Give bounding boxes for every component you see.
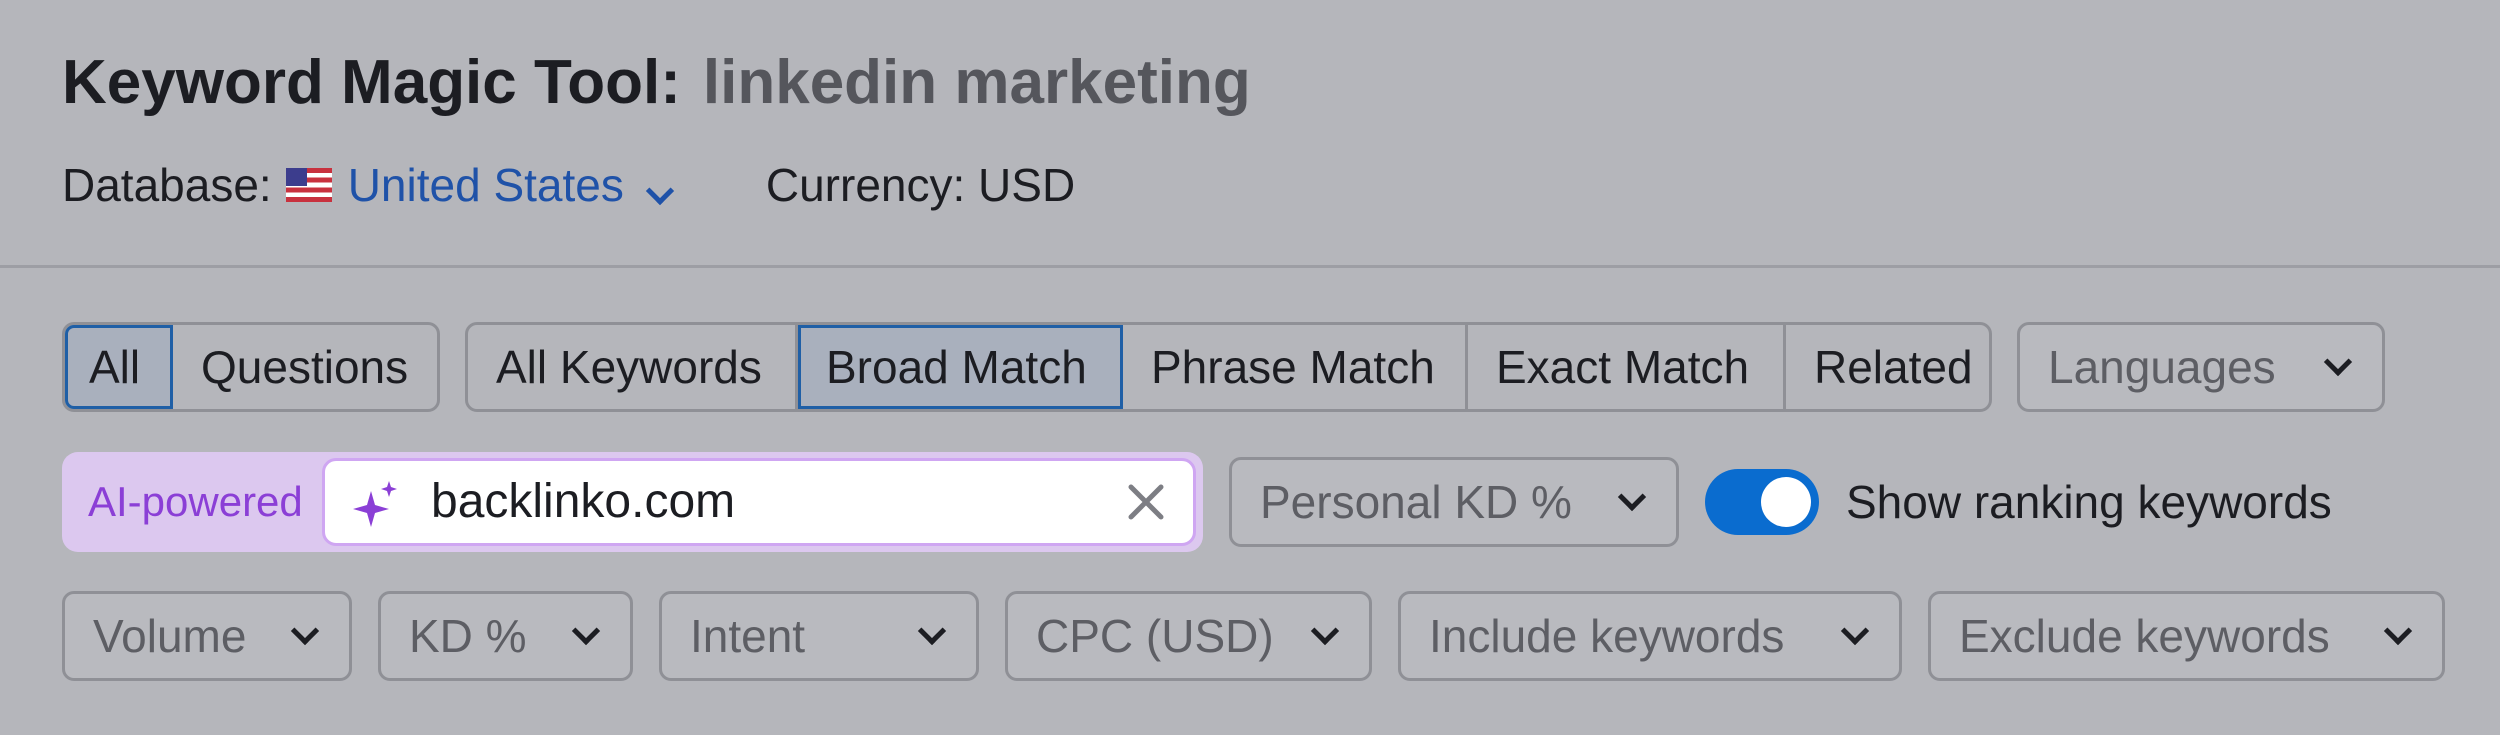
database-value: United States	[347, 159, 624, 211]
domain-input[interactable]: backlinko.com	[322, 458, 1196, 546]
ai-powered-filter: AI-powered backlinko.com	[62, 452, 1203, 552]
chevron-down-icon	[571, 616, 601, 646]
page-header: Keyword Magic Tool: linkedin marketing Da…	[0, 0, 2500, 268]
chevron-down-icon	[1310, 616, 1340, 646]
intent-label: Intent	[690, 610, 806, 662]
tab-questions[interactable]: Questions	[173, 325, 436, 409]
include-keywords-filter[interactable]: Include keywords	[1398, 591, 1902, 681]
match-type-tabs: All Keywords Broad Match Phrase Match Ex…	[465, 322, 1992, 412]
chevron-down-icon	[290, 616, 320, 646]
sparkle-icon	[353, 481, 397, 527]
database-row: Database: United States Currency: USD	[62, 150, 1075, 220]
tab-broad-match[interactable]: Broad Match	[798, 325, 1123, 409]
chevron-down-icon	[917, 616, 947, 646]
personal-kd-dropdown[interactable]: Personal KD %	[1229, 457, 1679, 547]
include-keywords-label: Include keywords	[1429, 610, 1785, 662]
personal-kd-label: Personal KD %	[1260, 476, 1572, 528]
page-title: Keyword Magic Tool: linkedin marketing	[62, 38, 1251, 128]
chevron-down-icon	[2323, 347, 2353, 377]
exclude-keywords-filter[interactable]: Exclude keywords	[1928, 591, 2445, 681]
show-ranking-label: Show ranking keywords	[1846, 476, 2332, 528]
tab-related[interactable]: Related	[1786, 325, 1989, 409]
tab-phrase-match[interactable]: Phrase Match	[1123, 325, 1468, 409]
languages-label: Languages	[2048, 341, 2276, 393]
volume-label: Volume	[93, 610, 247, 662]
database-selector[interactable]: United States	[348, 150, 676, 220]
close-icon[interactable]	[1127, 483, 1165, 521]
kd-label: KD %	[409, 610, 527, 662]
currency-label: Currency: USD	[765, 159, 1076, 211]
database-label: Database:	[62, 159, 272, 211]
us-flag-icon	[285, 168, 332, 202]
exclude-keywords-label: Exclude keywords	[1959, 610, 2330, 662]
ai-powered-label: AI-powered	[88, 478, 303, 525]
tab-exact-match[interactable]: Exact Match	[1468, 325, 1786, 409]
tab-all[interactable]: All	[65, 325, 173, 409]
chevron-down-icon	[645, 176, 675, 206]
languages-dropdown[interactable]: Languages	[2017, 322, 2385, 412]
cpc-filter[interactable]: CPC (USD)	[1005, 591, 1372, 681]
domain-input-value: backlinko.com	[431, 475, 736, 528]
intent-filter[interactable]: Intent	[659, 591, 979, 681]
volume-filter[interactable]: Volume	[62, 591, 352, 681]
show-ranking-toggle[interactable]	[1705, 469, 1819, 535]
toggle-knob	[1761, 477, 1811, 527]
kd-filter[interactable]: KD %	[378, 591, 633, 681]
keyword-type-tabs: All Questions	[62, 322, 440, 412]
chevron-down-icon	[1617, 482, 1647, 512]
cpc-label: CPC (USD)	[1036, 610, 1274, 662]
chevron-down-icon	[2383, 616, 2413, 646]
tab-all-keywords[interactable]: All Keywords	[468, 325, 798, 409]
seed-keyword: linkedin marketing	[702, 48, 1251, 117]
chevron-down-icon	[1840, 616, 1870, 646]
tool-name: Keyword Magic Tool:	[62, 48, 681, 117]
